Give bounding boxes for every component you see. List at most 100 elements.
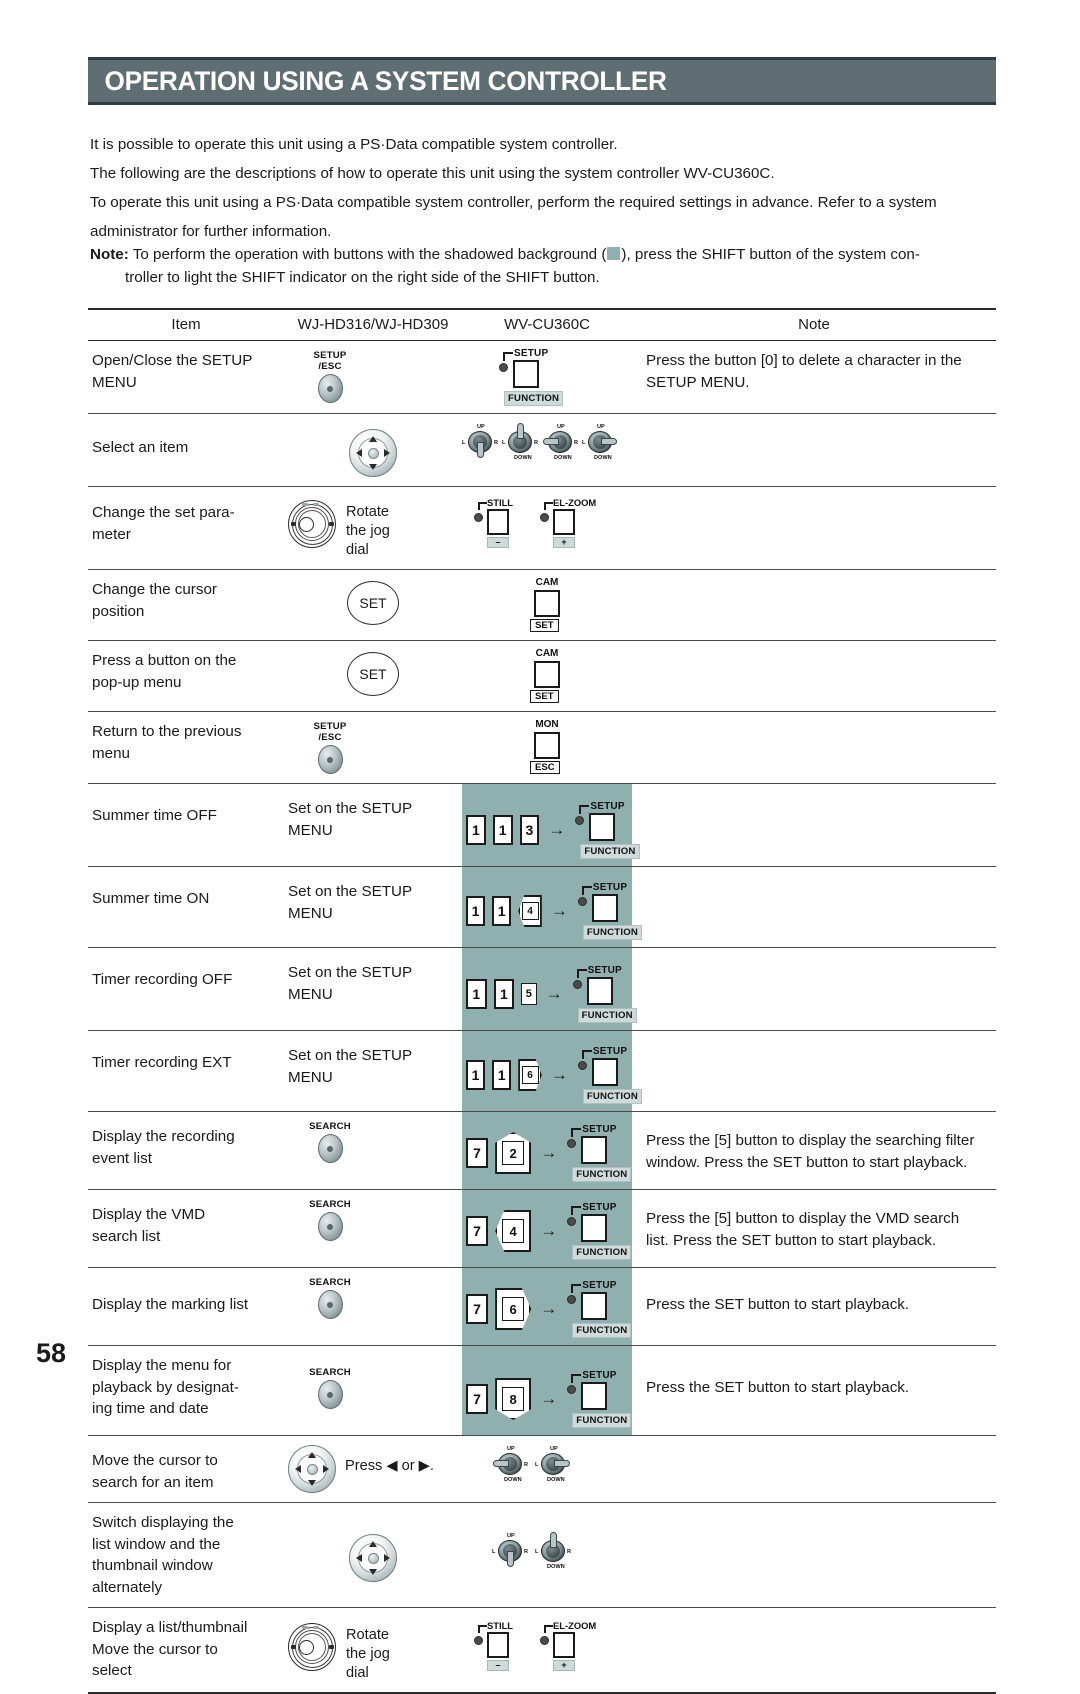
number-key[interactable]: 1 xyxy=(466,896,486,926)
setup-function-button[interactable]: SETUP FUNCTION xyxy=(570,965,637,1023)
joystick-group[interactable]: UP R DOWN UP L DOWN xyxy=(466,1443,628,1483)
led-bracket-icon xyxy=(544,502,553,510)
number-key[interactable]: 7 xyxy=(466,1294,489,1324)
note-line-2: list. Press the SET button to start play… xyxy=(646,1231,937,1249)
note-line-1: Press the [5] button to display the VMD … xyxy=(646,1210,960,1227)
key-sequence[interactable]: 1 1 6 → SETUP FUNCTION xyxy=(466,1038,643,1104)
setup-function-button[interactable]: SETUP FUNCTION xyxy=(575,1046,643,1104)
setup-function-button[interactable]: SETUP FUNCTION xyxy=(496,348,570,406)
number-key[interactable]: 1 xyxy=(492,896,512,926)
number-key[interactable]: 1 xyxy=(466,815,486,845)
search-button[interactable]: SEARCH xyxy=(288,1355,372,1409)
elzoom-plus-button[interactable]: EL-ZOOM + xyxy=(538,1620,596,1674)
setup-label: SETUP xyxy=(582,1280,617,1291)
number-key[interactable]: 7 xyxy=(466,1216,489,1246)
note-cell xyxy=(632,570,996,640)
search-button[interactable]: SEARCH xyxy=(288,1277,372,1319)
search-label: SEARCH xyxy=(309,1277,351,1288)
round-button-icon xyxy=(317,1134,343,1163)
note-cell xyxy=(632,948,996,1030)
number-key-left-shaped[interactable]: 4 xyxy=(495,1210,532,1252)
setup-function-button[interactable]: SETUP FUNCTION xyxy=(564,1124,632,1182)
recorder-control-cell: SET xyxy=(284,570,462,640)
row-item-label: Summer time OFF xyxy=(88,784,284,866)
number-key[interactable]: 1 xyxy=(466,979,487,1009)
recorder-line-1: Set on the SETUP xyxy=(288,1047,413,1064)
table-row: Change the cursor position SET CAM SET xyxy=(88,570,996,641)
controller-control-cell-shaded: 1 1 5 → SETUP FUNCTION xyxy=(462,948,637,1030)
number-key[interactable]: 1 xyxy=(492,1060,512,1090)
row-item-label: Timer recording EXT xyxy=(88,1031,284,1111)
set-button[interactable]: SET xyxy=(347,581,399,625)
number-key[interactable]: 5 xyxy=(521,983,537,1005)
cam-set-button[interactable]: CAM SET xyxy=(519,577,575,633)
key-sequence[interactable]: 1 1 5 → SETUP FUNCTION xyxy=(466,955,637,1023)
row-item-label: Change the set para- meter xyxy=(88,487,284,569)
note-cell xyxy=(632,1031,996,1111)
key-sequence[interactable]: 7 6 → SETUP FUNCTION xyxy=(466,1275,632,1338)
recorder-control-cell: SEARCH xyxy=(284,1190,462,1267)
square-button-icon xyxy=(553,1632,575,1658)
number-key[interactable]: 1 xyxy=(466,1060,486,1090)
intro-line-4: administrator for further information. xyxy=(90,223,332,240)
setup-function-button[interactable]: SETUP FUNCTION xyxy=(564,1202,632,1260)
key-sequence[interactable]: 7 8 → SETUP FUNCTION xyxy=(466,1353,632,1428)
number-key[interactable]: 1 xyxy=(492,815,513,845)
jog-dial-control[interactable] xyxy=(288,1623,336,1671)
square-button-icon xyxy=(591,1058,618,1086)
item-line-1: Switch displaying the xyxy=(92,1514,234,1531)
note-cell xyxy=(632,414,996,486)
arrow-pad-button[interactable] xyxy=(288,1512,458,1582)
setup-function-button[interactable]: SETUP FUNCTION xyxy=(564,1370,632,1428)
recorder-control-cell: SET xyxy=(284,641,462,711)
setup-esc-button[interactable]: SETUP /ESC xyxy=(288,350,372,403)
set-button[interactable]: SET xyxy=(347,652,399,696)
intro-paragraphs: It is possible to operate this unit usin… xyxy=(90,134,996,250)
led-indicator-icon xyxy=(499,363,508,372)
mon-esc-button[interactable]: MON ESC xyxy=(519,719,575,775)
joystick-group[interactable]: UP L R L R DOWN UP R DOWN UP L DOWN xyxy=(462,421,628,461)
number-key[interactable]: 1 xyxy=(493,979,515,1009)
recorder-control-cell: Set on the SETUP MENU xyxy=(284,867,462,947)
number-key-right-shaped[interactable]: 6 xyxy=(495,1288,532,1330)
led-indicator-icon xyxy=(567,1217,577,1226)
led-indicator-icon xyxy=(572,980,582,989)
number-key-up-shaped[interactable]: 2 xyxy=(495,1132,532,1174)
number-key[interactable]: 7 xyxy=(466,1384,489,1414)
number-key[interactable]: 7 xyxy=(466,1138,489,1168)
setup-function-button[interactable]: SETUP FUNCTION xyxy=(572,801,640,859)
setup-label: SETUP xyxy=(514,348,549,359)
table-row: Display the VMD search list SEARCH 7 4 →… xyxy=(88,1190,996,1268)
search-button[interactable]: SEARCH xyxy=(288,1199,372,1241)
arrow-pad-button[interactable] xyxy=(288,1445,336,1493)
recorder-control-cell: SETUP /ESC xyxy=(284,341,462,413)
key-sequence[interactable]: 7 2 → SETUP FUNCTION xyxy=(466,1119,632,1182)
elzoom-plus-button[interactable]: EL-ZOOM + xyxy=(538,497,596,551)
still-minus-button[interactable]: STILL – xyxy=(472,1620,524,1674)
search-button[interactable]: SEARCH xyxy=(288,1121,372,1163)
setup-esc-button[interactable]: SETUP /ESC xyxy=(288,721,372,774)
jog-dial-control[interactable] xyxy=(288,500,336,548)
plus-label: + xyxy=(553,537,575,548)
number-key[interactable]: 3 xyxy=(519,815,540,845)
led-indicator-icon xyxy=(567,1385,577,1394)
note-cell xyxy=(632,784,996,866)
number-key-down-shaped[interactable]: 8 xyxy=(495,1378,532,1420)
note-text-line2: troller to light the SHIFT indicator on … xyxy=(125,269,600,286)
cam-set-button[interactable]: CAM SET xyxy=(519,648,575,704)
item-line-3: ing time and date xyxy=(92,1400,209,1417)
key-sequence[interactable]: 7 4 → SETUP FUNCTION xyxy=(466,1197,632,1260)
item-line-2: list window and the xyxy=(92,1535,221,1553)
setup-function-button[interactable]: SETUP FUNCTION xyxy=(575,882,643,940)
function-label: FUNCTION xyxy=(580,844,640,859)
still-minus-button[interactable]: STILL – xyxy=(472,497,524,551)
led-bracket-icon xyxy=(579,805,590,814)
set-label: SET xyxy=(530,690,559,703)
key-sequence[interactable]: 1 1 4 → SETUP FUNCTION xyxy=(466,874,643,940)
setup-function-button[interactable]: SETUP FUNCTION xyxy=(564,1280,632,1338)
number-key-right-shaped[interactable]: 6 xyxy=(518,1059,542,1091)
key-sequence[interactable]: 1 1 3 → SETUP FUNCTION xyxy=(466,791,640,859)
number-key-left-shaped[interactable]: 4 xyxy=(518,895,542,927)
arrow-pad-button[interactable] xyxy=(288,423,458,477)
joystick-group[interactable]: UP L R L R DOWN xyxy=(466,1510,628,1570)
